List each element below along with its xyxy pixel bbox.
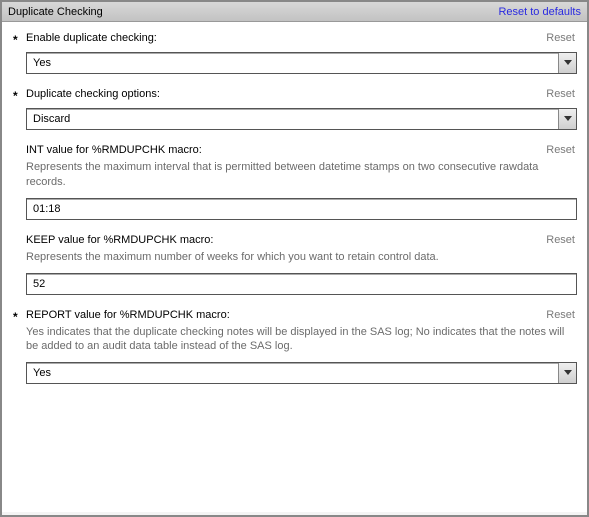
field-description: Yes indicates that the duplicate checkin… <box>26 325 577 355</box>
panel-header: Duplicate Checking Reset to defaults <box>2 2 587 22</box>
field-label-row: INT value for %RMDUPCHK macro: Reset <box>26 144 577 156</box>
field-duplicate-checking-options: * Duplicate checking options: Reset Disc… <box>4 82 585 138</box>
field-label: INT value for %RMDUPCHK macro: <box>26 144 202 156</box>
duplicate-checking-options-dropdown[interactable]: Discard <box>26 108 577 130</box>
required-asterisk: * <box>13 33 18 47</box>
field-label-row: KEEP value for %RMDUPCHK macro: Reset <box>26 234 577 246</box>
panel-bottom-edge <box>2 512 587 515</box>
dropdown-value: Yes <box>27 363 558 383</box>
chevron-down-icon <box>564 116 572 122</box>
dropdown-value: Yes <box>27 53 558 73</box>
dropdown-button[interactable] <box>558 109 576 129</box>
field-report-value: * REPORT value for %RMDUPCHK macro: Rese… <box>4 303 585 393</box>
chevron-down-icon <box>564 370 572 376</box>
dropdown-button[interactable] <box>558 53 576 73</box>
field-label: Enable duplicate checking: <box>26 32 157 44</box>
reset-link[interactable]: Reset <box>546 144 577 156</box>
field-label: Duplicate checking options: <box>26 88 160 100</box>
duplicate-checking-panel: Duplicate Checking Reset to defaults * E… <box>0 0 589 517</box>
dropdown-value: Discard <box>27 109 558 129</box>
dropdown-button[interactable] <box>558 363 576 383</box>
input-value: 01:18 <box>33 203 61 215</box>
panel-title: Duplicate Checking <box>8 6 103 18</box>
field-keep-value: KEEP value for %RMDUPCHK macro: Reset Re… <box>4 228 585 303</box>
field-label-row: REPORT value for %RMDUPCHK macro: Reset <box>26 309 577 321</box>
reset-link[interactable]: Reset <box>546 309 577 321</box>
field-description: Represents the maximum number of weeks f… <box>26 250 577 265</box>
panel-content: * Enable duplicate checking: Reset Yes *… <box>2 22 587 392</box>
reset-to-defaults-link[interactable]: Reset to defaults <box>498 6 581 18</box>
required-asterisk: * <box>13 310 18 324</box>
reset-link[interactable]: Reset <box>546 234 577 246</box>
input-value: 52 <box>33 278 45 290</box>
required-asterisk: * <box>13 89 18 103</box>
field-label: REPORT value for %RMDUPCHK macro: <box>26 309 230 321</box>
field-enable-duplicate-checking: * Enable duplicate checking: Reset Yes <box>4 26 585 82</box>
int-value-input[interactable]: 01:18 <box>26 198 577 220</box>
reset-link[interactable]: Reset <box>546 32 577 44</box>
field-label: KEEP value for %RMDUPCHK macro: <box>26 234 213 246</box>
field-int-value: INT value for %RMDUPCHK macro: Reset Rep… <box>4 138 585 228</box>
field-label-row: Duplicate checking options: Reset <box>26 88 577 100</box>
field-label-row: Enable duplicate checking: Reset <box>26 32 577 44</box>
report-value-dropdown[interactable]: Yes <box>26 362 577 384</box>
field-description: Represents the maximum interval that is … <box>26 160 577 190</box>
chevron-down-icon <box>564 60 572 66</box>
reset-link[interactable]: Reset <box>546 88 577 100</box>
enable-duplicate-checking-dropdown[interactable]: Yes <box>26 52 577 74</box>
keep-value-input[interactable]: 52 <box>26 273 577 295</box>
